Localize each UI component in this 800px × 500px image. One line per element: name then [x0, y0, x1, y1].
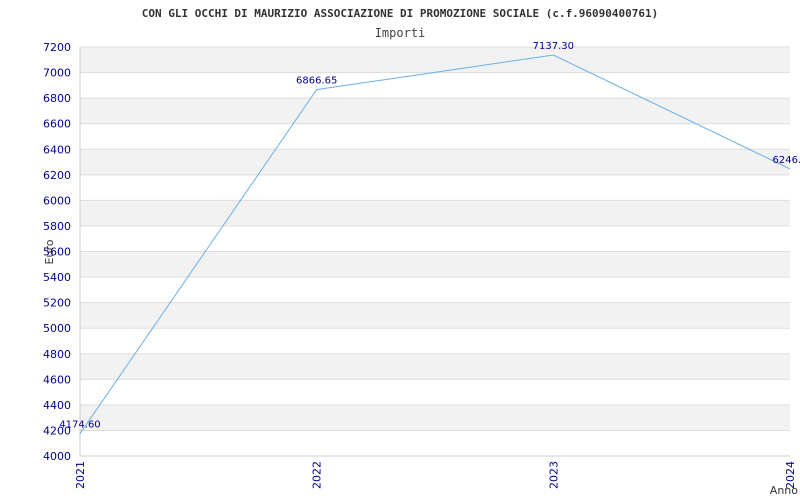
grid-band	[80, 98, 790, 124]
y-tick-label: 6600	[43, 118, 71, 131]
y-axis-label: Euro	[43, 239, 56, 264]
y-tick-label: 7200	[43, 41, 71, 54]
y-tick-label: 6800	[43, 92, 71, 105]
y-tick-label: 5400	[43, 271, 71, 284]
data-label: 7137.30	[533, 41, 574, 52]
x-tick-label: 2021	[74, 461, 87, 489]
grid-band	[80, 72, 790, 99]
y-tick-label: 6000	[43, 194, 71, 207]
data-label: 6246.2	[773, 155, 800, 166]
y-tick-label: 7000	[43, 67, 71, 80]
y-tick-label: 6200	[43, 169, 71, 182]
grid-band	[80, 123, 790, 150]
x-tick-label: 2023	[547, 461, 560, 489]
data-label: 6866.65	[296, 76, 337, 87]
y-tick-label: 4400	[43, 399, 71, 412]
grid-band	[80, 379, 790, 405]
grid-band	[80, 404, 790, 431]
chart-subtitle: Importi	[375, 26, 426, 40]
grid-band	[80, 302, 790, 329]
line-chart: CON GLI OCCHI DI MAURIZIO ASSOCIAZIONE D…	[43, 7, 800, 497]
y-tick-label: 5000	[43, 322, 71, 335]
grid-band	[80, 200, 790, 226]
y-tick-label: 5800	[43, 220, 71, 233]
y-tick-label: 4800	[43, 348, 71, 361]
y-tick-label: 4600	[43, 373, 71, 386]
grid-band	[80, 353, 790, 380]
y-tick-label: 4000	[43, 450, 71, 463]
grid-band	[80, 277, 790, 303]
x-axis-label: Anno	[770, 484, 798, 497]
chart-title: CON GLI OCCHI DI MAURIZIO ASSOCIAZIONE D…	[142, 7, 659, 20]
grid-band	[80, 47, 790, 73]
grid-band	[80, 149, 790, 175]
x-tick-label: 2022	[311, 461, 324, 489]
grid-band	[80, 251, 790, 278]
grid-band	[80, 174, 790, 201]
y-tick-label: 5200	[43, 297, 71, 310]
grid-band	[80, 225, 790, 252]
y-tick-label: 6400	[43, 143, 71, 156]
grid-band	[80, 328, 790, 354]
x-axis-ticks: 2021 2022 2023 2024	[74, 461, 797, 489]
data-label: 4174.60	[59, 420, 100, 431]
grid-band	[80, 430, 790, 456]
